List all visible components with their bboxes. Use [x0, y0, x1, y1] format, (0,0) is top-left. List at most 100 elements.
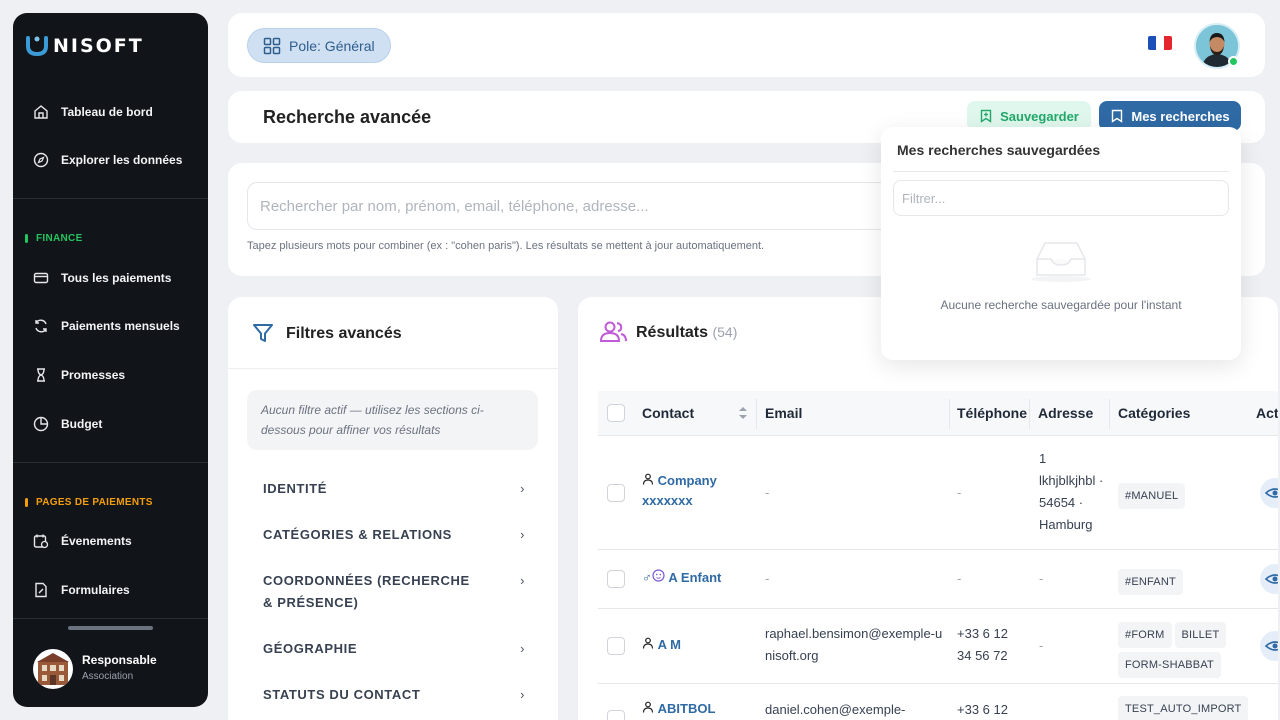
- sidebar-item-promises[interactable]: Promesses: [13, 358, 208, 392]
- divider: [893, 171, 1229, 172]
- sidebar-item-label: Tableau de bord: [61, 105, 153, 119]
- column-divider: [949, 399, 950, 429]
- row-checkbox[interactable]: [607, 710, 625, 720]
- table-header: Contact Email Téléphone Adresse Catégori…: [598, 391, 1278, 436]
- saved-searches-filter-input[interactable]: [893, 180, 1229, 216]
- row-checkbox[interactable]: [607, 484, 625, 502]
- chevron-right-icon: ›: [520, 687, 525, 702]
- contact-cell[interactable]: ♂ A Enfant: [642, 567, 721, 589]
- view-contact-button[interactable]: [1260, 564, 1278, 594]
- sidebar-item-label: Tous les paiements: [61, 271, 172, 285]
- filter-section-geography[interactable]: GÉOGRAPHIE ›: [263, 638, 525, 660]
- french-flag-icon[interactable]: [1148, 36, 1172, 50]
- sidebar-item-label: Formulaires: [61, 583, 130, 597]
- categories-cell: #FORM BILLET FORM-SHABBAT: [1118, 620, 1248, 680]
- filters-title: Filtres avancés: [286, 325, 402, 342]
- chevron-right-icon: ›: [520, 481, 525, 496]
- section-marker: [25, 498, 28, 507]
- address-cell: -: [1039, 638, 1044, 653]
- users-icon: [599, 321, 627, 342]
- search-hint: Tapez plusieurs mots pour combiner (ex :…: [247, 240, 765, 252]
- results-panel: Résultats (54) Contact Email Téléphone A…: [578, 297, 1278, 720]
- sidebar-item-label: Promesses: [61, 368, 126, 382]
- sidebar-item-label: Paiements mensuels: [61, 319, 180, 333]
- profile-name: Responsable: [82, 653, 157, 667]
- filters-header: Filtres avancés: [228, 297, 558, 369]
- form-icon: [35, 582, 47, 598]
- chevron-right-icon: ›: [520, 641, 525, 656]
- brand-logo[interactable]: NISOFT: [25, 35, 144, 57]
- sort-icon[interactable]: [738, 406, 748, 420]
- category-tag: TEST_AUTO_IMPORT: [1118, 696, 1249, 720]
- sidebar-item-budget[interactable]: Budget: [13, 407, 208, 441]
- row-checkbox[interactable]: [607, 637, 625, 655]
- grid-icon: [263, 37, 281, 54]
- pole-selector[interactable]: Pole: Général: [247, 28, 391, 63]
- home-icon: [34, 105, 48, 119]
- address-cell: 1 lkhjblkjhbl · 54654 · Hamburg: [1039, 451, 1104, 532]
- row-checkbox[interactable]: [607, 570, 625, 588]
- sidebar-item-forms[interactable]: Formulaires: [13, 573, 208, 607]
- filter-section-categories[interactable]: CATÉGORIES & RELATIONS ›: [263, 524, 524, 546]
- sidebar-scrollbar[interactable]: [68, 626, 153, 630]
- filter-section-identity[interactable]: IDENTITÉ ›: [263, 478, 525, 500]
- profile-card[interactable]: Responsable Association: [13, 618, 208, 707]
- search-input[interactable]: [247, 182, 927, 230]
- select-all-checkbox[interactable]: [607, 404, 625, 422]
- page-title: Recherche avancée: [263, 107, 432, 127]
- filter-section-coordinates[interactable]: COORDONNÉES (RECHERCHE & PRÉSENCE) ›: [263, 570, 524, 614]
- view-contact-button[interactable]: [1260, 631, 1278, 661]
- column-header-categories: Catégories: [1118, 405, 1191, 421]
- results-title-text: Résultats: [636, 324, 709, 341]
- contact-link[interactable]: A Enfant: [668, 570, 721, 585]
- chevron-right-icon: ›: [520, 573, 525, 588]
- category-tag: #ENFANT: [1118, 569, 1183, 595]
- eye-icon: [1264, 574, 1278, 584]
- person-icon: [642, 473, 654, 485]
- category-tag: #FORM: [1118, 622, 1172, 648]
- section-finance: FINANCE: [25, 233, 83, 244]
- contact-cell[interactable]: A M: [642, 634, 681, 656]
- person-icon: [642, 637, 654, 649]
- column-header-contact[interactable]: Contact: [642, 405, 694, 421]
- divider: [13, 198, 208, 199]
- section-marker: [25, 234, 28, 243]
- phone-cell: +33 6 12 34 56 72: [957, 626, 1008, 663]
- filter-section-label: COORDONNÉES (RECHERCHE & PRÉSENCE): [263, 573, 470, 610]
- table-row[interactable]: ABITBOL daniel.cohen@exemple- +33 6 12 T…: [598, 684, 1278, 720]
- email-cell: daniel.cohen@exemple-: [765, 702, 906, 717]
- table-row[interactable]: ♂ A Enfant - - - #ENFANT: [598, 550, 1278, 609]
- categories-cell: #ENFANT: [1118, 567, 1186, 597]
- view-contact-button[interactable]: [1260, 478, 1278, 508]
- column-header-actions: Acti: [1256, 405, 1278, 421]
- bookmark-icon: [1112, 109, 1123, 123]
- male-icon: ♂: [642, 570, 652, 585]
- sidebar-item-events[interactable]: Évenements: [13, 524, 208, 558]
- person-icon: [642, 701, 654, 713]
- section-title: PAGES DE PAIEMENTS: [36, 497, 153, 508]
- sidebar-item-all-payments[interactable]: Tous les paiements: [13, 261, 208, 295]
- eye-icon: [1264, 641, 1278, 651]
- contact-link[interactable]: ABITBOL: [658, 701, 716, 716]
- table-row[interactable]: Company xxxxxxx - - 1 lkhjblkjhbl · 5465…: [598, 436, 1278, 550]
- contact-link[interactable]: Company xxxxxxx: [642, 473, 717, 508]
- filter-section-status[interactable]: STATUTS DU CONTACT ›: [263, 684, 525, 706]
- section-title: FINANCE: [36, 233, 83, 244]
- unisoft-logo-icon: [26, 36, 48, 57]
- sidebar-item-dashboard[interactable]: Tableau de bord: [13, 95, 208, 129]
- contact-cell[interactable]: ABITBOL: [642, 698, 715, 720]
- categories-cell: #MANUEL: [1118, 481, 1188, 511]
- email-cell: -: [765, 485, 770, 500]
- contact-link[interactable]: A M: [658, 637, 681, 652]
- sidebar-item-explore[interactable]: Explorer les données: [13, 143, 208, 177]
- contact-cell[interactable]: Company xxxxxxx: [642, 471, 742, 511]
- building-icon: [37, 653, 69, 685]
- card-icon: [33, 272, 49, 284]
- saved-searches-dropdown: Mes recherches sauvegardées Aucune reche…: [881, 127, 1241, 360]
- saved-searches-empty-text: Aucune recherche sauvegardée pour l'inst…: [940, 298, 1182, 312]
- results-title: Résultats (54): [636, 324, 737, 342]
- table-row[interactable]: A M raphael.bensimon@exemple-unisoft.org…: [598, 609, 1278, 684]
- column-header-address: Adresse: [1038, 405, 1094, 421]
- refresh-icon: [35, 319, 47, 333]
- sidebar-item-monthly-payments[interactable]: Paiements mensuels: [13, 309, 208, 343]
